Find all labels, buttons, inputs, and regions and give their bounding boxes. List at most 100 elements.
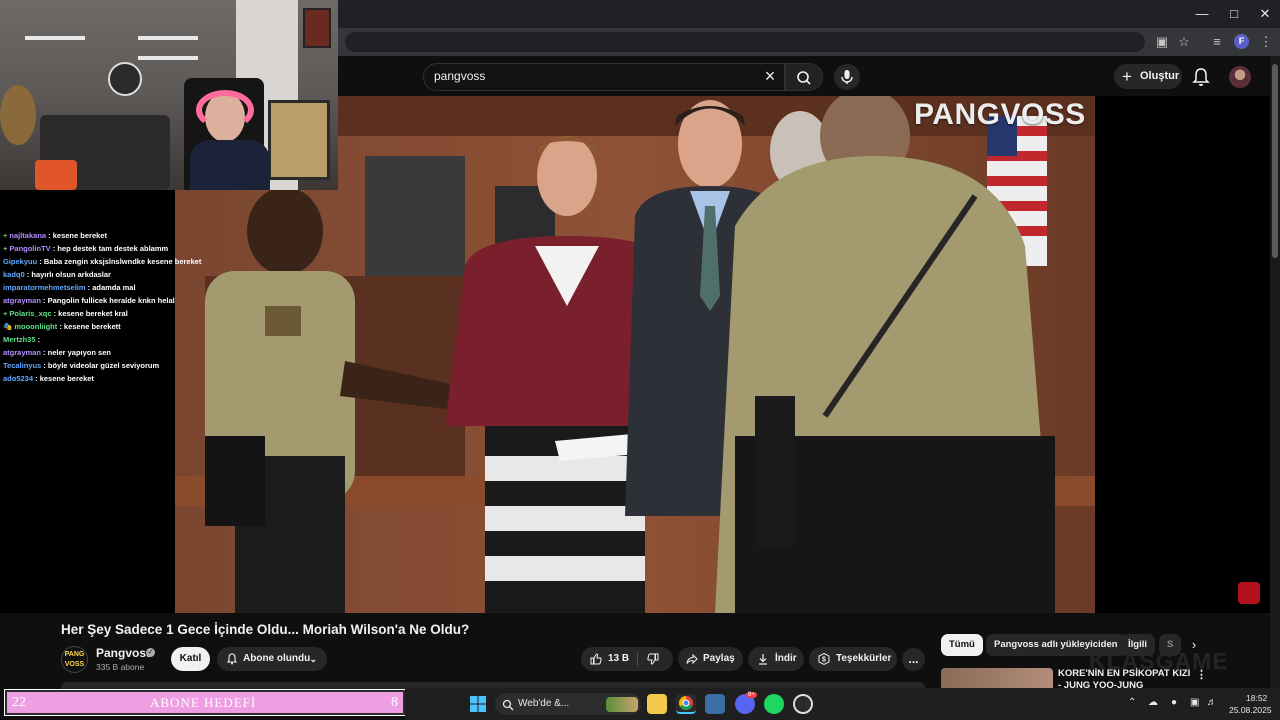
chat-username[interactable]: kadq0 xyxy=(3,270,25,279)
notifications-bell-icon[interactable] xyxy=(1191,66,1211,88)
address-bar[interactable] xyxy=(345,32,1145,52)
like-button[interactable]: 13 B xyxy=(581,647,673,671)
chat-text: adamda mal xyxy=(92,283,136,292)
download-label: İndir xyxy=(775,653,797,664)
chat-username[interactable]: Mertzh35 xyxy=(3,335,36,344)
plus-icon: + xyxy=(1122,67,1132,86)
chat-username[interactable]: atgrayman xyxy=(3,348,41,357)
thanks-label: Teşekkürler xyxy=(836,653,892,664)
related-video-thumbnail[interactable] xyxy=(941,668,1053,688)
browser-profile-avatar[interactable]: F xyxy=(1234,34,1249,49)
wall-shelf xyxy=(138,36,198,40)
thanks-button[interactable]: $ Teşekkürler xyxy=(809,647,897,671)
more-actions-button[interactable]: ... xyxy=(902,648,925,671)
maximize-window-button[interactable]: □ xyxy=(1219,4,1249,24)
chat-text: Baba zengin xksjslnslwndke kesene bereke… xyxy=(43,257,202,266)
minimize-window-button[interactable]: — xyxy=(1187,4,1217,24)
chat-username[interactable]: atgrayman xyxy=(3,296,41,305)
stream-chat: + najltakana : kesene bereket + PangolinTV … xyxy=(0,190,201,613)
display-icon[interactable]: ▣ xyxy=(1190,697,1199,708)
chevron-down-icon: ⌄ xyxy=(309,654,317,664)
goal-target-value: 8 xyxy=(391,695,398,710)
chip-truncated[interactable]: S xyxy=(1159,634,1181,656)
windows-start-icon[interactable] xyxy=(469,695,487,713)
chat-text: hep destek tam destek ablamm xyxy=(57,244,169,253)
spotify-icon[interactable] xyxy=(764,694,784,714)
share-button[interactable]: Paylaş xyxy=(678,647,743,671)
chat-username[interactable]: mooonliight xyxy=(14,322,57,331)
wall-poster xyxy=(303,8,331,48)
search-button[interactable] xyxy=(785,63,823,91)
chat-username[interactable]: imparatormehmetselim xyxy=(3,283,86,292)
network-app-icon[interactable] xyxy=(705,694,725,714)
microphone-tray-icon[interactable]: ● xyxy=(1171,697,1177,708)
channel-avatar[interactable]: PANG VOSS xyxy=(61,646,88,673)
clear-search-icon[interactable]: × xyxy=(760,66,780,86)
chat-message: atgrayman : Pangolin fullicek heralde kn… xyxy=(3,296,175,305)
taskbar-time[interactable]: 18:52 xyxy=(1246,693,1267,703)
chrome-taskbar-icon[interactable] xyxy=(676,694,696,714)
chat-separator: : xyxy=(41,361,48,370)
chat-badge-icon: 🎭 xyxy=(3,322,13,331)
search-query-text: pangvoss xyxy=(434,69,486,83)
like-divider xyxy=(637,652,638,666)
subscribed-button[interactable]: Abone olundu ⌄ xyxy=(217,647,327,671)
chat-separator: : xyxy=(37,257,44,266)
chat-message: Gipekyuu : Baba zengin xksjslnslwndke ke… xyxy=(3,257,201,266)
video-title: Her Şey Sadece 1 Gece İçinde Oldu... Mor… xyxy=(61,622,470,637)
account-avatar[interactable] xyxy=(1229,66,1251,88)
chip-related[interactable]: İlgili xyxy=(1120,634,1155,656)
browser-menu-icon[interactable]: ⋮ xyxy=(1257,33,1275,51)
wall-shelf xyxy=(25,36,85,40)
chat-message: atgrayman : neler yapıyon sen xyxy=(3,348,111,357)
volume-icon[interactable]: ♬ xyxy=(1207,697,1217,708)
chat-text: neler yapıyon sen xyxy=(47,348,111,357)
cloud-sync-icon[interactable]: ☁ xyxy=(1148,697,1158,708)
bookmark-star-icon[interactable]: ☆ xyxy=(1175,33,1193,51)
wall-logo xyxy=(108,62,142,96)
thumbs-down-icon[interactable] xyxy=(646,652,660,666)
desk-item xyxy=(35,160,77,190)
corner-logo-icon xyxy=(1238,582,1260,604)
show-hidden-icons-icon[interactable]: ⌃ xyxy=(1128,697,1136,708)
obs-studio-icon[interactable] xyxy=(793,694,813,714)
chat-message: Mertzh35 : xyxy=(3,335,40,344)
download-button[interactable]: İndir xyxy=(748,647,804,671)
chat-message: kadq0 : hayırlı olsun arkdaslar xyxy=(3,270,111,279)
svg-text:$: $ xyxy=(822,657,826,664)
channel-name[interactable]: Pangvoss xyxy=(96,646,153,660)
chat-text: kesene bereket xyxy=(39,374,94,383)
voice-search-button[interactable] xyxy=(834,64,860,90)
download-icon xyxy=(759,654,767,665)
taskbar-date[interactable]: 25.08.2025 xyxy=(1229,705,1272,715)
chevron-right-icon[interactable]: › xyxy=(1185,636,1203,654)
wall-decor xyxy=(0,85,36,145)
join-button[interactable]: Katıl xyxy=(171,647,210,671)
chat-username[interactable]: Tecalinyus xyxy=(3,361,41,370)
share-label: Paylaş xyxy=(703,653,735,664)
chat-username[interactable]: ado5234 xyxy=(3,374,33,383)
file-explorer-icon[interactable] xyxy=(647,694,667,714)
chat-text: hayırlı olsun arkdaslar xyxy=(31,270,111,279)
chat-badge-icon: + xyxy=(3,231,8,240)
chat-separator: : xyxy=(40,348,48,357)
chat-badge-icon: + xyxy=(3,309,8,318)
close-window-button[interactable]: ✕ xyxy=(1250,4,1280,24)
chat-username[interactable]: najltakana xyxy=(9,231,46,240)
chip-from-uploader[interactable]: Pangvoss adlı yükleyiciden xyxy=(986,634,1126,656)
chip-all[interactable]: Tümü xyxy=(941,634,983,656)
chat-message: Tecalinyus : böyle videolar güzel seviyo… xyxy=(3,361,159,370)
subscribed-label: Abone olundu xyxy=(243,653,311,664)
chat-text: kesene bereket xyxy=(52,231,107,240)
chat-username[interactable]: Polaris_xqc xyxy=(9,309,51,318)
framed-jersey xyxy=(268,100,330,180)
chat-username[interactable]: Gipekyuu xyxy=(3,257,37,266)
scrollbar-thumb[interactable] xyxy=(1272,64,1278,258)
channel-watermark: PANGVOSS xyxy=(914,98,1086,131)
search-icon xyxy=(502,698,514,711)
related-more-icon[interactable]: ⋮ xyxy=(1196,668,1207,681)
microphone-icon xyxy=(841,70,853,84)
media-controls-icon[interactable]: ≡ xyxy=(1208,33,1226,51)
install-app-icon[interactable]: ▣ xyxy=(1153,33,1171,51)
chat-username[interactable]: PangolinTV xyxy=(9,244,50,253)
